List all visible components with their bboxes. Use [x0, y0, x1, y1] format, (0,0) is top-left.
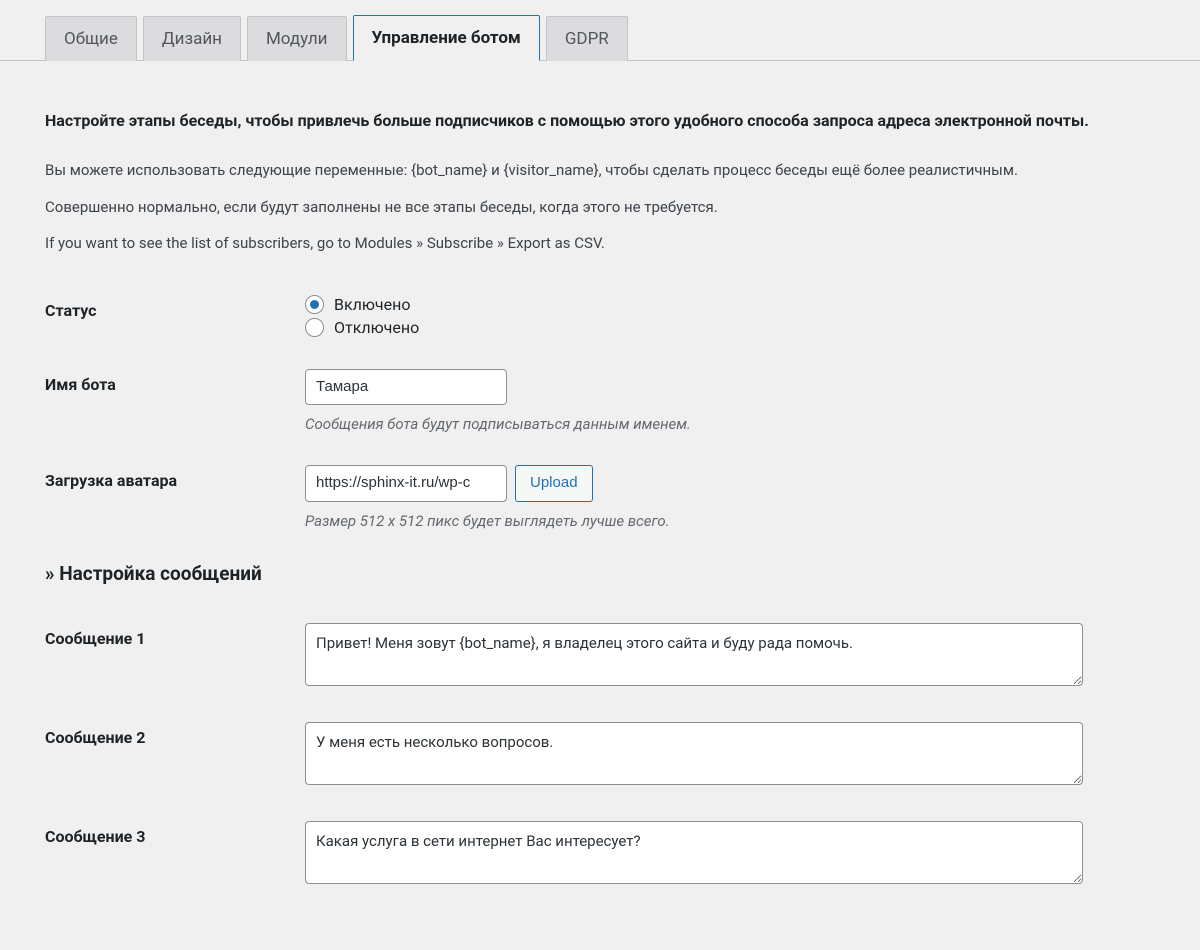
intro-line-3: If you want to see the list of subscribe… [45, 232, 1155, 255]
intro-line-1: Вы можете использовать следующие перемен… [45, 159, 1155, 182]
status-field: Включено Отключено [305, 295, 1155, 337]
message-1-row: Сообщение 1 Привет! Меня зовут {bot_name… [45, 623, 1155, 690]
messages-section-header: » Настройка сообщений [45, 562, 1155, 585]
status-disabled-label: Отключено [334, 318, 419, 337]
message-3-field: Какая услуга в сети интернет Вас интерес… [305, 821, 1155, 888]
radio-icon [305, 295, 324, 314]
message-2-row: Сообщение 2 У меня есть несколько вопрос… [45, 722, 1155, 789]
intro-heading: Настройте этапы беседы, чтобы привлечь б… [45, 109, 1155, 133]
status-enabled-option[interactable]: Включено [305, 295, 1155, 314]
tab-gdpr[interactable]: GDPR [546, 16, 628, 61]
tab-design[interactable]: Дизайн [143, 16, 241, 61]
message-1-label: Сообщение 1 [45, 623, 305, 648]
form-table: Статус Включено Отключено Имя бота [45, 295, 1155, 888]
status-disabled-option[interactable]: Отключено [305, 318, 1155, 337]
avatar-upload-row: Upload [305, 465, 1155, 502]
avatar-field: Upload Размер 512 х 512 пикс будет выгля… [305, 465, 1155, 530]
status-enabled-label: Включено [334, 295, 410, 314]
avatar-row: Загрузка аватара Upload Размер 512 х 512… [45, 465, 1155, 530]
intro-line-2: Совершенно нормально, если будут заполне… [45, 196, 1155, 219]
message-3-row: Сообщение 3 Какая услуга в сети интернет… [45, 821, 1155, 888]
bot-name-help: Сообщения бота будут подписываться данны… [305, 415, 1155, 433]
tabs-nav: Общие Дизайн Модули Управление ботом GDP… [45, 14, 1200, 60]
status-row: Статус Включено Отключено [45, 295, 1155, 337]
content-area: Настройте этапы беседы, чтобы привлечь б… [0, 61, 1200, 950]
message-1-field: Привет! Меня зовут {bot_name}, я владеле… [305, 623, 1155, 690]
upload-button[interactable]: Upload [515, 465, 593, 502]
message-2-textarea[interactable]: У меня есть несколько вопросов. [305, 722, 1083, 785]
bot-name-row: Имя бота Сообщения бота будут подписыват… [45, 369, 1155, 434]
message-3-textarea[interactable]: Какая услуга в сети интернет Вас интерес… [305, 821, 1083, 884]
status-label: Статус [45, 295, 305, 320]
bot-name-input[interactable] [305, 369, 507, 406]
avatar-label: Загрузка аватара [45, 465, 305, 490]
tab-bot-control[interactable]: Управление ботом [353, 15, 540, 61]
status-radio-group: Включено Отключено [305, 295, 1155, 337]
tab-modules[interactable]: Модули [247, 16, 347, 61]
radio-icon [305, 318, 324, 337]
message-3-label: Сообщение 3 [45, 821, 305, 846]
message-2-label: Сообщение 2 [45, 722, 305, 747]
tab-general[interactable]: Общие [45, 16, 137, 61]
message-2-field: У меня есть несколько вопросов. [305, 722, 1155, 789]
bot-name-field: Сообщения бота будут подписываться данны… [305, 369, 1155, 434]
avatar-help: Размер 512 х 512 пикс будет выглядеть лу… [305, 512, 1155, 530]
avatar-url-input[interactable] [305, 465, 507, 502]
message-1-textarea[interactable]: Привет! Меня зовут {bot_name}, я владеле… [305, 623, 1083, 686]
tabs-wrapper: Общие Дизайн Модули Управление ботом GDP… [0, 0, 1200, 61]
bot-name-label: Имя бота [45, 369, 305, 394]
